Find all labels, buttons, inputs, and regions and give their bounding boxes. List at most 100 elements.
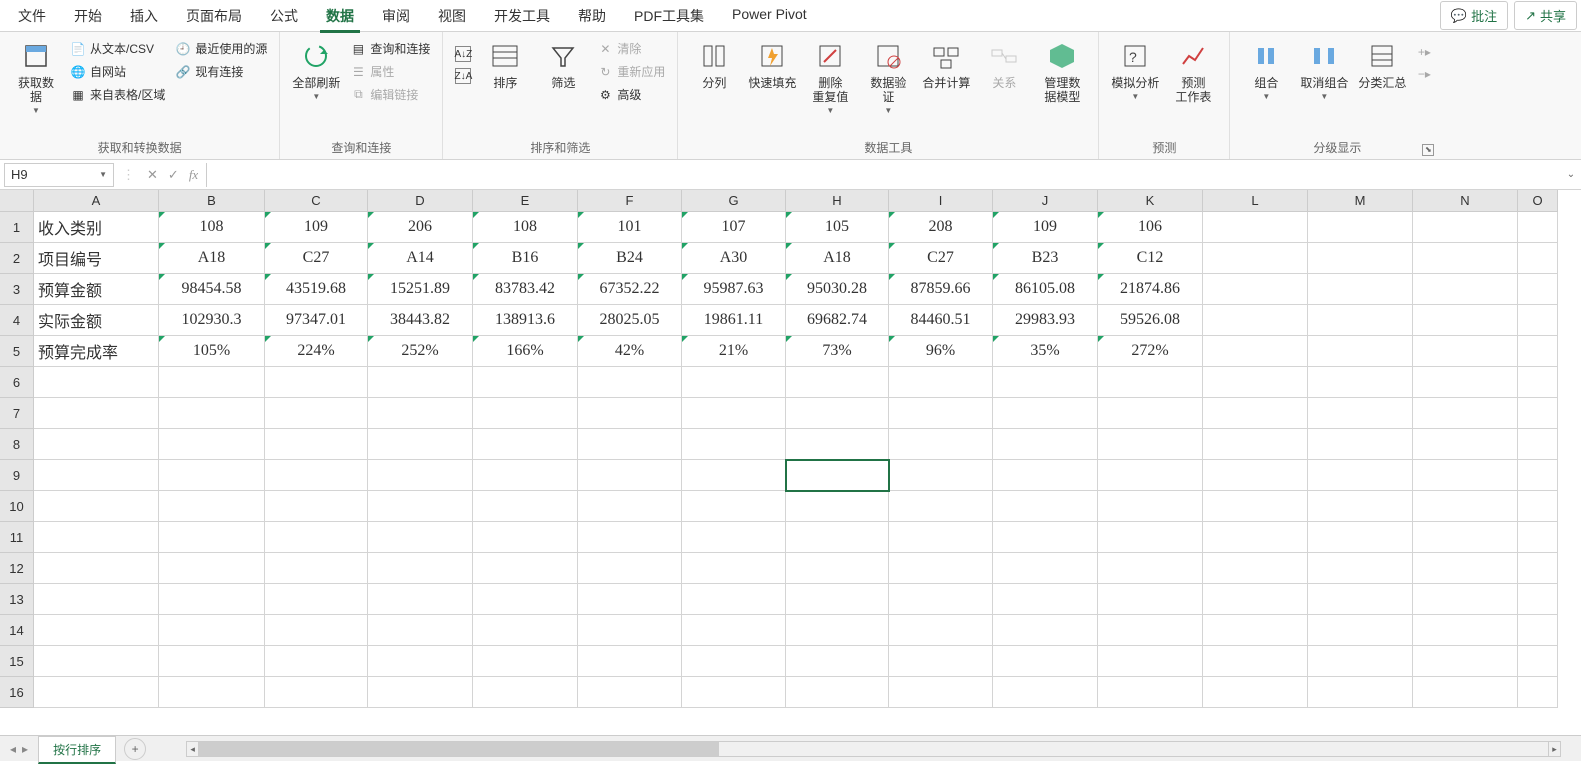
row-header-12[interactable]: 12	[0, 553, 34, 584]
cell-O3[interactable]	[1518, 274, 1558, 305]
menu-tab-开始[interactable]: 开始	[60, 0, 116, 32]
consolidate-button[interactable]: 合并计算	[918, 36, 974, 92]
cell-H2[interactable]: A18	[786, 243, 889, 274]
cell-A10[interactable]	[34, 491, 159, 522]
cell-C1[interactable]: 109	[265, 212, 368, 243]
cell-M11[interactable]	[1308, 522, 1413, 553]
cell-M10[interactable]	[1308, 491, 1413, 522]
cell-O10[interactable]	[1518, 491, 1558, 522]
cell-L3[interactable]	[1203, 274, 1308, 305]
cell-D1[interactable]: 206	[368, 212, 473, 243]
cell-F5[interactable]: 42%	[578, 336, 682, 367]
cell-D4[interactable]: 38443.82	[368, 305, 473, 336]
cell-M9[interactable]	[1308, 460, 1413, 491]
cell-C8[interactable]	[265, 429, 368, 460]
cell-B9[interactable]	[159, 460, 265, 491]
cell-G9[interactable]	[682, 460, 786, 491]
cell-C9[interactable]	[265, 460, 368, 491]
row-header-6[interactable]: 6	[0, 367, 34, 398]
cell-J12[interactable]	[993, 553, 1098, 584]
cell-F10[interactable]	[578, 491, 682, 522]
subtotal-button[interactable]: 分类汇总	[1354, 36, 1410, 92]
cell-F14[interactable]	[578, 615, 682, 646]
col-header-C[interactable]: C	[265, 190, 368, 212]
cell-L12[interactable]	[1203, 553, 1308, 584]
cell-A8[interactable]	[34, 429, 159, 460]
cell-H15[interactable]	[786, 646, 889, 677]
cell-J8[interactable]	[993, 429, 1098, 460]
cell-F16[interactable]	[578, 677, 682, 708]
cell-M7[interactable]	[1308, 398, 1413, 429]
scroll-right-button[interactable]: ▸	[1548, 742, 1560, 756]
from-table-button[interactable]: ▦来自表格/区域	[66, 84, 169, 105]
cell-B14[interactable]	[159, 615, 265, 646]
cell-E3[interactable]: 83783.42	[473, 274, 578, 305]
cell-A12[interactable]	[34, 553, 159, 584]
cell-I4[interactable]: 84460.51	[889, 305, 993, 336]
queries-conn-button[interactable]: ▤查询和连接	[346, 38, 434, 59]
cell-B11[interactable]	[159, 522, 265, 553]
refresh-all-button[interactable]: 全部刷新 ▼	[288, 36, 344, 103]
cell-H9[interactable]	[786, 460, 889, 491]
col-header-J[interactable]: J	[993, 190, 1098, 212]
menu-tab-文件[interactable]: 文件	[4, 0, 60, 32]
cell-I12[interactable]	[889, 553, 993, 584]
cell-L7[interactable]	[1203, 398, 1308, 429]
cell-L11[interactable]	[1203, 522, 1308, 553]
cell-I10[interactable]	[889, 491, 993, 522]
sort-button[interactable]: 排序	[477, 36, 533, 92]
menu-tab-Power Pivot[interactable]: Power Pivot	[718, 0, 821, 32]
cell-K2[interactable]: C12	[1098, 243, 1203, 274]
cell-G6[interactable]	[682, 367, 786, 398]
row-header-16[interactable]: 16	[0, 677, 34, 708]
cell-O4[interactable]	[1518, 305, 1558, 336]
cell-F8[interactable]	[578, 429, 682, 460]
cell-K5[interactable]: 272%	[1098, 336, 1203, 367]
cell-C11[interactable]	[265, 522, 368, 553]
col-header-H[interactable]: H	[786, 190, 889, 212]
cell-O7[interactable]	[1518, 398, 1558, 429]
sort-desc-button[interactable]: Z↓A	[451, 66, 475, 86]
filter-button[interactable]: 筛选	[535, 36, 591, 92]
cell-N10[interactable]	[1413, 491, 1518, 522]
cell-G2[interactable]: A30	[682, 243, 786, 274]
cell-H1[interactable]: 105	[786, 212, 889, 243]
cell-C4[interactable]: 97347.01	[265, 305, 368, 336]
cell-I11[interactable]	[889, 522, 993, 553]
cell-O8[interactable]	[1518, 429, 1558, 460]
cell-O16[interactable]	[1518, 677, 1558, 708]
cell-F2[interactable]: B24	[578, 243, 682, 274]
cell-N13[interactable]	[1413, 584, 1518, 615]
cell-G12[interactable]	[682, 553, 786, 584]
row-header-11[interactable]: 11	[0, 522, 34, 553]
cell-G15[interactable]	[682, 646, 786, 677]
cell-E10[interactable]	[473, 491, 578, 522]
cell-E9[interactable]	[473, 460, 578, 491]
cell-M14[interactable]	[1308, 615, 1413, 646]
cell-F9[interactable]	[578, 460, 682, 491]
cell-A5[interactable]: 预算完成率	[34, 336, 159, 367]
cell-N9[interactable]	[1413, 460, 1518, 491]
cell-O6[interactable]	[1518, 367, 1558, 398]
cell-J15[interactable]	[993, 646, 1098, 677]
cell-E6[interactable]	[473, 367, 578, 398]
cell-H11[interactable]	[786, 522, 889, 553]
cell-B13[interactable]	[159, 584, 265, 615]
cell-M5[interactable]	[1308, 336, 1413, 367]
cell-K7[interactable]	[1098, 398, 1203, 429]
cell-N3[interactable]	[1413, 274, 1518, 305]
menu-tab-页面布局[interactable]: 页面布局	[172, 0, 256, 32]
cell-N14[interactable]	[1413, 615, 1518, 646]
menu-tab-公式[interactable]: 公式	[256, 0, 312, 32]
cell-A6[interactable]	[34, 367, 159, 398]
remove-dup-button[interactable]: 删除 重复值▼	[802, 36, 858, 117]
cell-N5[interactable]	[1413, 336, 1518, 367]
cell-C5[interactable]: 224%	[265, 336, 368, 367]
cell-A11[interactable]	[34, 522, 159, 553]
text-to-cols-button[interactable]: 分列	[686, 36, 742, 92]
cell-J4[interactable]: 29983.93	[993, 305, 1098, 336]
add-sheet-button[interactable]: +	[124, 738, 146, 760]
cell-H16[interactable]	[786, 677, 889, 708]
cell-N12[interactable]	[1413, 553, 1518, 584]
cell-D13[interactable]	[368, 584, 473, 615]
